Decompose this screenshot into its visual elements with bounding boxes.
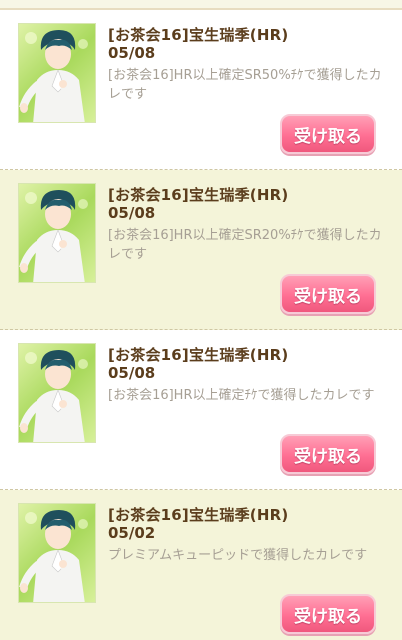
character-portrait-icon <box>18 183 96 283</box>
item-description: [お茶会16]HR以上確定SR50%ﾁｹで獲得したカレです <box>108 68 382 102</box>
receive-button[interactable]: 受け取る <box>280 274 376 314</box>
item-date: 05/08 <box>108 204 156 222</box>
item-title: [お茶会16]宝生瑞季(HR) <box>108 346 289 364</box>
item-description: プレミアムキューピッドで獲得したカレです <box>108 548 368 563</box>
receive-button[interactable]: 受け取る <box>280 434 376 474</box>
gift-list: [お茶会16]宝生瑞季(HR) 05/08 [お茶会16]HR以上確定SR50%… <box>0 10 402 640</box>
item-title: [お茶会16]宝生瑞季(HR) <box>108 26 289 44</box>
top-divider <box>0 0 402 10</box>
item-title: [お茶会16]宝生瑞季(HR) <box>108 186 289 204</box>
item-description: [お茶会16]HR以上確定SR20%ﾁｹで獲得したカレです <box>108 228 382 262</box>
character-portrait-icon <box>18 503 96 603</box>
gift-list-item: [お茶会16]宝生瑞季(HR) 05/02 プレミアムキューピッドで獲得したカレ… <box>0 490 402 640</box>
character-portrait-icon <box>18 23 96 123</box>
item-date: 05/02 <box>108 524 156 542</box>
item-date: 05/08 <box>108 44 156 62</box>
gift-list-item: [お茶会16]宝生瑞季(HR) 05/08 [お茶会16]HR以上確定SR20%… <box>0 170 402 330</box>
gift-list-item: [お茶会16]宝生瑞季(HR) 05/08 [お茶会16]HR以上確定ﾁｹで獲得… <box>0 330 402 490</box>
receive-button[interactable]: 受け取る <box>280 114 376 154</box>
character-portrait-icon <box>18 343 96 443</box>
item-description: [お茶会16]HR以上確定ﾁｹで獲得したカレです <box>108 388 375 403</box>
receive-button[interactable]: 受け取る <box>280 594 376 634</box>
item-title: [お茶会16]宝生瑞季(HR) <box>108 506 289 524</box>
gift-list-item: [お茶会16]宝生瑞季(HR) 05/08 [お茶会16]HR以上確定SR50%… <box>0 10 402 170</box>
item-date: 05/08 <box>108 364 156 382</box>
